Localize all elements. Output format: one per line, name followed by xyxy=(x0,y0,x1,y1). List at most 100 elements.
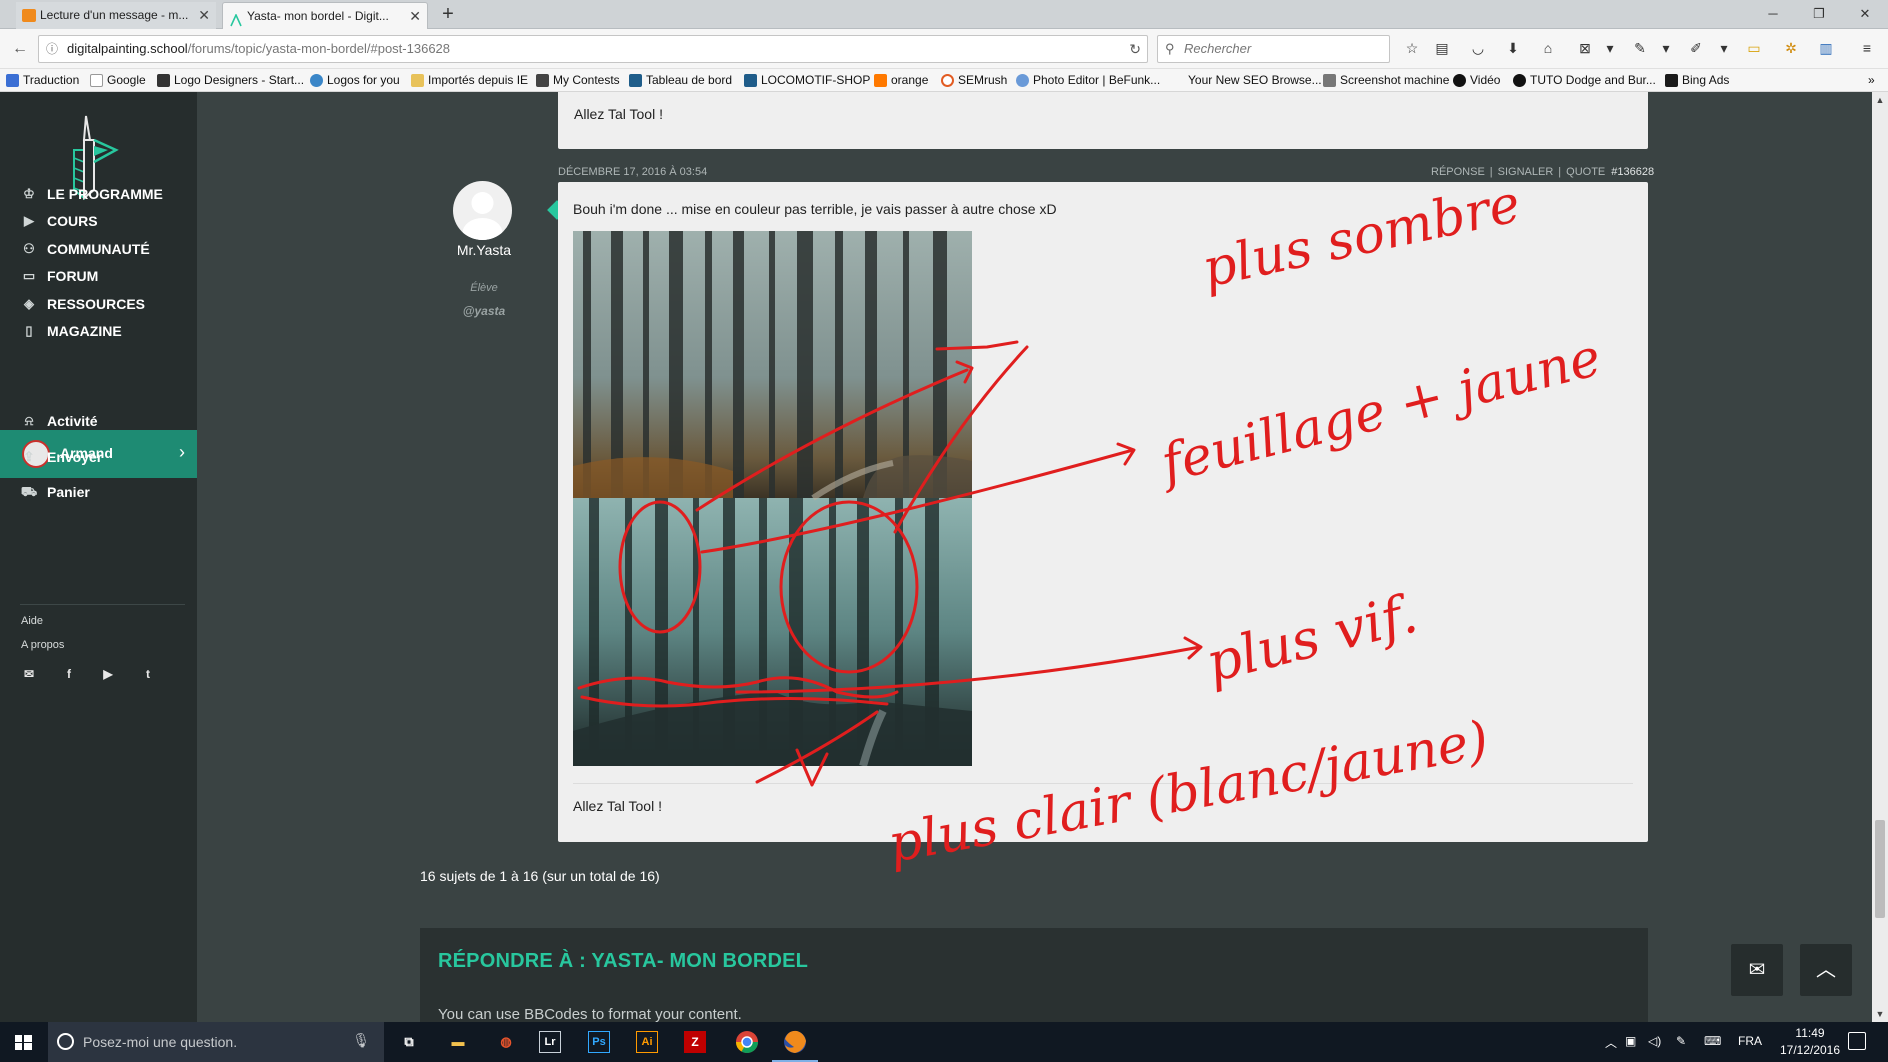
dropdown-arrow-icon[interactable]: ▾ xyxy=(1600,38,1620,58)
scroll-down-arrow-icon[interactable]: ▼ xyxy=(1872,1006,1888,1022)
scroll-top-button[interactable]: ︿ xyxy=(1800,944,1852,996)
bookmark-item[interactable]: orange xyxy=(874,72,928,89)
mail-icon[interactable]: ✉ xyxy=(21,666,37,682)
cortana-search-box[interactable]: Posez-moi une question. 🎙 xyxy=(48,1022,384,1062)
orange-icon xyxy=(874,74,887,87)
bookmark-item[interactable]: Screenshot machine xyxy=(1323,72,1449,89)
windows-start-button[interactable] xyxy=(0,1022,46,1062)
home-icon[interactable]: ⌂ xyxy=(1538,38,1558,58)
extension-card-icon[interactable]: ▭ xyxy=(1744,38,1764,58)
youtube-icon[interactable]: ▶ xyxy=(100,666,116,682)
close-tab-icon[interactable]: ✕ xyxy=(409,3,421,29)
nav-le-programme[interactable]: ♔ LE PROGRAMME xyxy=(20,184,163,204)
author-handle[interactable]: @yasta xyxy=(425,304,543,318)
illustrator-icon[interactable]: Ai xyxy=(636,1031,658,1053)
filezilla-icon[interactable]: Z xyxy=(684,1031,706,1053)
clock-date[interactable]: 17/12/2016 xyxy=(1772,1043,1848,1057)
dropdown-arrow-icon[interactable]: ▾ xyxy=(1656,38,1676,58)
message-envelope-button[interactable]: ✉ xyxy=(1731,944,1783,996)
address-bar[interactable]: ⓘ digitalpainting.school/forums/topic/ya… xyxy=(38,35,1148,63)
scroll-thumb[interactable] xyxy=(1875,820,1885,918)
bookmark-item[interactable]: Logos for you xyxy=(310,72,400,89)
restore-window-icon[interactable]: ❐ xyxy=(1796,0,1842,29)
chat-icon: ▭ xyxy=(22,268,36,283)
forest-painting-image[interactable] xyxy=(573,231,972,766)
volume-icon[interactable]: ◁) xyxy=(1648,1034,1661,1048)
file-explorer-icon[interactable]: ▬ xyxy=(443,1027,473,1057)
scroll-up-arrow-icon[interactable]: ▲ xyxy=(1872,92,1888,108)
bookmark-item[interactable]: My Contests xyxy=(536,72,620,89)
bookmark-item[interactable]: Tableau de bord xyxy=(629,72,732,89)
notification-center-icon[interactable] xyxy=(1848,1032,1866,1050)
bookmark-item[interactable]: Vidéo xyxy=(1453,72,1500,89)
dropdown-arrow-icon[interactable]: ▾ xyxy=(1714,38,1734,58)
browser-tab-messages[interactable]: Lecture d'un message - m... ✕ xyxy=(16,2,216,29)
menu-hamburger-icon[interactable]: ≡ xyxy=(1857,38,1877,58)
new-tab-button[interactable]: + xyxy=(436,3,460,27)
extension-gear-icon[interactable]: ✲ xyxy=(1781,38,1801,58)
pen-icon[interactable]: ✎ xyxy=(1676,1034,1686,1048)
star-bookmark-icon[interactable]: ☆ xyxy=(1402,38,1422,58)
lightroom-icon[interactable]: Lr xyxy=(539,1031,561,1053)
facebook-icon[interactable]: f xyxy=(61,666,77,682)
chrome-icon[interactable] xyxy=(732,1027,762,1057)
link-aide[interactable]: Aide xyxy=(21,615,43,627)
keyboard-icon[interactable]: ⌨ xyxy=(1704,1034,1721,1048)
extension-x-icon[interactable]: ⊠ xyxy=(1575,38,1595,58)
more-bookmarks-icon[interactable]: » xyxy=(1868,72,1875,89)
bookmark-item[interactable]: Logo Designers - Start... xyxy=(157,72,304,89)
eyedropper-icon[interactable]: ✐ xyxy=(1686,38,1706,58)
mail-favicon-icon xyxy=(22,9,36,22)
reply-link[interactable]: RÉPONSE xyxy=(1431,166,1485,178)
photoshop-icon[interactable]: Ps xyxy=(588,1031,610,1053)
reader-list-icon[interactable]: ▤ xyxy=(1432,38,1452,58)
nav-cours[interactable]: ▶ COURS xyxy=(20,211,98,231)
browser-tab-forum[interactable]: Yasta- mon bordel - Digit... ✕ xyxy=(222,2,428,29)
nav-activite[interactable]: ⍾ Activité xyxy=(20,411,98,431)
bookmark-item[interactable]: Your New SEO Browse... xyxy=(1171,72,1322,89)
back-arrow-icon[interactable]: ← xyxy=(8,37,32,61)
microphone-icon[interactable]: 🎙 xyxy=(352,1032,370,1049)
download-icon[interactable]: ⬇ xyxy=(1503,38,1523,58)
bookmark-item[interactable]: SEMrush xyxy=(941,72,1007,89)
task-view-icon[interactable]: ⧉ xyxy=(394,1027,424,1057)
author-avatar[interactable] xyxy=(453,181,512,240)
creative-cloud-icon[interactable]: ◍ xyxy=(491,1027,521,1057)
bookmark-item[interactable]: Photo Editor | BeFunk... xyxy=(1016,72,1160,89)
close-window-icon[interactable]: ✕ xyxy=(1842,0,1888,29)
extension-stats-icon[interactable]: ▥ xyxy=(1816,38,1836,58)
report-link[interactable]: SIGNALER xyxy=(1498,166,1554,178)
extension-tools-icon[interactable]: ✎ xyxy=(1630,38,1650,58)
quote-link[interactable]: QUOTE xyxy=(1566,166,1605,178)
twitter-icon[interactable]: t xyxy=(140,666,156,682)
language-indicator[interactable]: FRA xyxy=(1738,1034,1762,1048)
author-name[interactable]: Mr.Yasta xyxy=(425,242,543,258)
minimize-window-icon[interactable]: ─ xyxy=(1750,0,1796,29)
link-a-propos[interactable]: A propos xyxy=(21,639,64,651)
bookmark-item[interactable]: Bing Ads xyxy=(1665,72,1729,89)
post-id-link[interactable]: #136628 xyxy=(1605,166,1654,178)
bookmarks-bar: Traduction Google Logo Designers - Start… xyxy=(0,69,1888,92)
bookmark-item[interactable]: Importés depuis IE xyxy=(411,72,528,89)
bookmark-item[interactable]: LOCOMOTIF-SHOP xyxy=(744,72,870,89)
nav-magazine[interactable]: ▯ MAGAZINE xyxy=(20,321,121,341)
bookmark-item[interactable]: Traduction xyxy=(6,72,79,89)
network-icon[interactable]: ▣ xyxy=(1625,1034,1636,1048)
firefox-icon[interactable] xyxy=(772,1027,818,1062)
browser-search-input[interactable]: ⚲ Rechercher xyxy=(1157,35,1390,63)
bookmark-item[interactable]: TUTO Dodge and Bur... xyxy=(1513,72,1656,89)
clock-time[interactable]: 11:49 xyxy=(1780,1026,1840,1040)
nav-ressources[interactable]: ◈ RESSOURCES xyxy=(20,294,145,314)
bookmark-item[interactable]: Google xyxy=(90,72,146,89)
tray-chevron-up-icon[interactable]: ︿ xyxy=(1605,1034,1617,1051)
pocket-icon[interactable]: ◡ xyxy=(1468,38,1488,58)
reload-icon[interactable]: ↻ xyxy=(1129,36,1141,62)
page-scrollbar[interactable]: ▲ ▼ xyxy=(1872,92,1888,1022)
nav-forum[interactable]: ▭ FORUM xyxy=(20,266,98,286)
nav-communaute[interactable]: ⚇ COMMUNAUTÉ xyxy=(20,239,149,259)
author-role: Élève xyxy=(470,282,498,294)
nav-panier[interactable]: ⛟ Panier xyxy=(20,482,90,502)
close-tab-icon[interactable]: ✕ xyxy=(198,2,210,28)
nav-envoyer[interactable]: ⇪ Envoyer xyxy=(20,447,103,467)
info-icon[interactable]: ⓘ xyxy=(46,36,58,62)
